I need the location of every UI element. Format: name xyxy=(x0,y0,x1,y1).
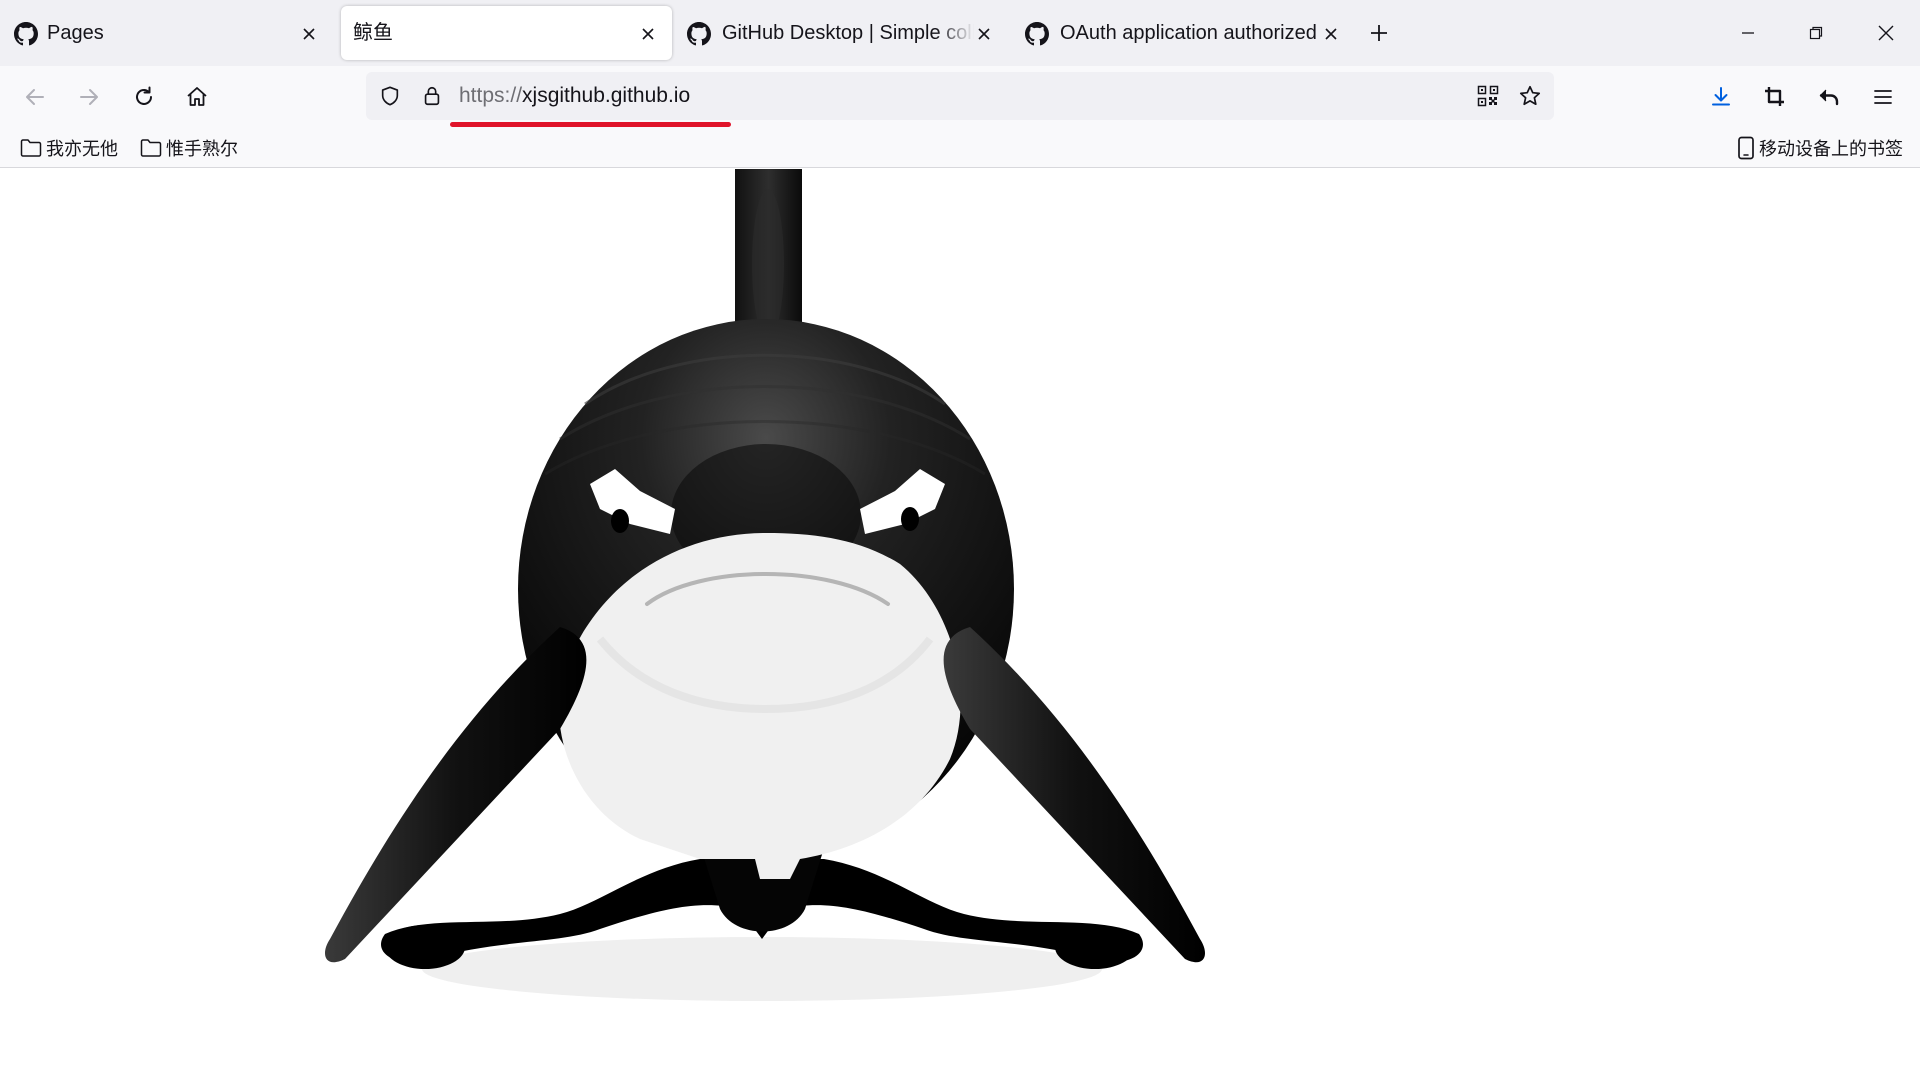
arrow-right-icon xyxy=(80,89,98,105)
tab-title: Pages xyxy=(47,22,104,44)
folder-icon xyxy=(140,139,162,157)
url-host: xjsgithub.github.io xyxy=(522,84,691,107)
restore-button[interactable] xyxy=(1796,14,1836,52)
minimize-icon xyxy=(1742,32,1754,34)
address-bar[interactable]: https://xjsgithub.github.io xyxy=(366,72,1554,127)
folder-icon xyxy=(20,139,42,157)
tab-strip: Pages 鲸鱼 GitHub Desktop | Simple collabo… xyxy=(0,0,1920,66)
close-icon[interactable] xyxy=(636,22,660,46)
close-icon[interactable] xyxy=(972,22,996,46)
download-icon xyxy=(1712,87,1730,106)
shield-icon[interactable] xyxy=(378,84,402,108)
bookmark-folder[interactable]: 我亦无他 xyxy=(20,134,118,162)
close-icon xyxy=(1878,25,1894,41)
qr-code-icon[interactable] xyxy=(1476,84,1500,108)
new-tab-button[interactable] xyxy=(1366,20,1392,46)
page-content xyxy=(0,169,1920,1074)
whale-eye-left xyxy=(611,509,629,533)
close-icon[interactable] xyxy=(1319,22,1343,46)
tab-oauth[interactable]: OAuth application authorized xyxy=(1013,6,1345,60)
github-icon xyxy=(14,22,38,46)
mobile-icon xyxy=(1738,136,1754,160)
whale-eye-right xyxy=(901,507,919,531)
menu-button[interactable] xyxy=(1866,80,1900,114)
undo-icon xyxy=(1819,89,1839,106)
plus-icon xyxy=(1371,25,1387,41)
reload-button[interactable] xyxy=(127,80,161,114)
hamburger-menu-icon xyxy=(1874,90,1892,104)
downloads-button[interactable] xyxy=(1704,80,1738,114)
forward-button[interactable] xyxy=(72,80,106,114)
orca-whale-illustration xyxy=(325,169,1205,1001)
url-scheme: https:// xyxy=(459,84,523,107)
undo-button[interactable] xyxy=(1812,80,1846,114)
tab-title: 鲸鱼 xyxy=(353,22,393,44)
tab-github-desktop[interactable]: GitHub Desktop | Simple collaboration xyxy=(675,6,1007,60)
tab-title: OAuth application authorized xyxy=(1060,22,1317,44)
tab-whale[interactable]: 鲸鱼 xyxy=(341,6,672,60)
navigation-toolbar: https://xjsgithub.github.io xyxy=(0,66,1920,128)
whale-fin-left xyxy=(325,627,587,963)
home-button[interactable] xyxy=(180,80,214,114)
reload-icon xyxy=(136,86,152,105)
bookmarks-toolbar: 我亦无他 惟手熟尔 移动设备上的书签 xyxy=(0,128,1920,168)
whale-shadow xyxy=(422,937,1102,1001)
restore-icon xyxy=(1809,26,1823,40)
arrow-left-icon xyxy=(26,89,44,105)
home-icon xyxy=(187,87,207,106)
close-icon[interactable] xyxy=(297,22,321,46)
back-button[interactable] xyxy=(18,80,52,114)
mobile-bookmarks-label: 移动设备上的书签 xyxy=(1759,139,1903,159)
whale-fin-right xyxy=(943,627,1205,963)
bookmark-label: 我亦无他 xyxy=(46,139,118,159)
tab-title: GitHub Desktop | Simple collaboration xyxy=(722,22,974,44)
star-icon[interactable] xyxy=(1518,84,1542,108)
screenshot-button[interactable] xyxy=(1758,80,1792,114)
crop-icon xyxy=(1765,87,1784,106)
tab-pages[interactable]: Pages xyxy=(0,6,332,60)
red-underline-annotation xyxy=(450,122,731,127)
bookmark-label: 惟手熟尔 xyxy=(166,139,238,159)
github-icon xyxy=(1025,22,1049,46)
close-window-button[interactable] xyxy=(1866,14,1906,52)
url-text[interactable]: https://xjsgithub.github.io xyxy=(459,84,690,108)
github-icon xyxy=(687,22,711,46)
bookmark-folder[interactable]: 惟手熟尔 xyxy=(140,134,238,162)
mobile-bookmarks-folder[interactable]: 移动设备上的书签 xyxy=(1737,134,1903,162)
lock-icon[interactable] xyxy=(420,84,444,108)
minimize-button[interactable] xyxy=(1728,14,1768,52)
